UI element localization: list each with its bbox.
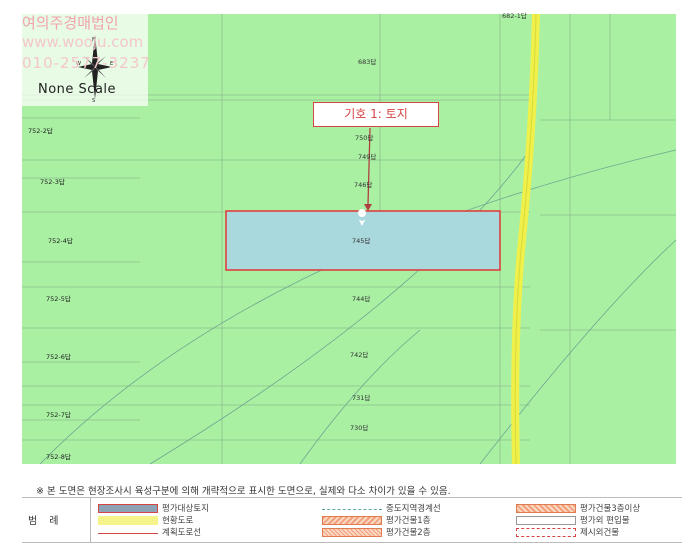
legend-label: 평가대상토지 — [162, 504, 209, 514]
legend-label: 현황도로 — [162, 516, 194, 526]
left-label-752-3: 752-3답 — [40, 178, 65, 186]
compass-south-label: S — [92, 98, 95, 102]
legend-symbol-hatch-orange — [516, 504, 576, 513]
parcel-label-683: 683답 — [358, 58, 376, 66]
legend-label: 평가건물1층 — [386, 516, 431, 526]
legend-label: 평가건물2층 — [386, 528, 431, 538]
legend-label: 평가건물3층이상 — [580, 504, 641, 514]
parcel-label-750: 750답 — [355, 134, 373, 142]
parcel-label-730: 730답 — [350, 424, 368, 432]
legend-label: 중도지역경계선 — [386, 504, 441, 514]
parcel-label-746: 746답 — [354, 181, 372, 189]
parcel-label-749: 749답 — [358, 153, 376, 161]
legend-label: 계획도로선 — [162, 528, 202, 538]
parcel-label-731: 731답 — [352, 394, 370, 402]
parcel-label-744: 744답 — [352, 295, 370, 303]
legend-symbol-hatch-orange-3 — [322, 528, 382, 537]
scale-note: None Scale — [38, 82, 117, 97]
parcel-label-745: 745답 — [352, 237, 370, 245]
legend-symbol-road — [98, 516, 158, 525]
subject-callout: 기호 1: 토지 — [313, 102, 439, 127]
legend-symbol-hatch-orange-2 — [322, 516, 382, 525]
left-label-752-5: 752-5답 — [46, 295, 71, 303]
watermark: N S W E 여의주경매법인 www.wooju.com 010-2577-3… — [20, 14, 151, 106]
legend: 범례 평가대상토지 중도지역경계선 평가건물3층이상 현황도로 평가건물1층 평… — [22, 497, 682, 543]
legend-title: 범례 — [28, 516, 71, 527]
legend-label: 제시외건물 — [580, 528, 620, 538]
legend-symbol-dashed-red — [516, 528, 576, 537]
legend-symbol-box-white — [516, 516, 576, 525]
legend-symbol-subject — [98, 504, 158, 513]
left-label-752-4: 752-4답 — [48, 237, 73, 245]
watermark-phone: 010-2577-3237 — [22, 54, 151, 72]
legend-label: 평가외 편입물 — [580, 516, 630, 526]
legend-symbol-dashed-teal — [322, 509, 382, 510]
map-notice: ※ 본 도면은 현장조사시 육성구분에 의해 개략적으로 표시한 도면으로, 실… — [36, 486, 451, 497]
parcel-label-682-1: 682-1답 — [502, 12, 527, 20]
parcel-label-742: 742답 — [350, 351, 368, 359]
left-label-752-7: 752-7답 — [46, 411, 71, 419]
left-label-752-2: 752-2답 — [28, 127, 53, 135]
left-label-752-8: 752-8답 — [46, 453, 71, 461]
watermark-website: www.wooju.com — [22, 33, 144, 51]
legend-divider — [90, 498, 91, 542]
legend-symbol-line-red — [98, 533, 158, 534]
watermark-company: 여의주경매법인 — [22, 14, 119, 32]
left-label-752-6: 752-6답 — [46, 353, 71, 361]
